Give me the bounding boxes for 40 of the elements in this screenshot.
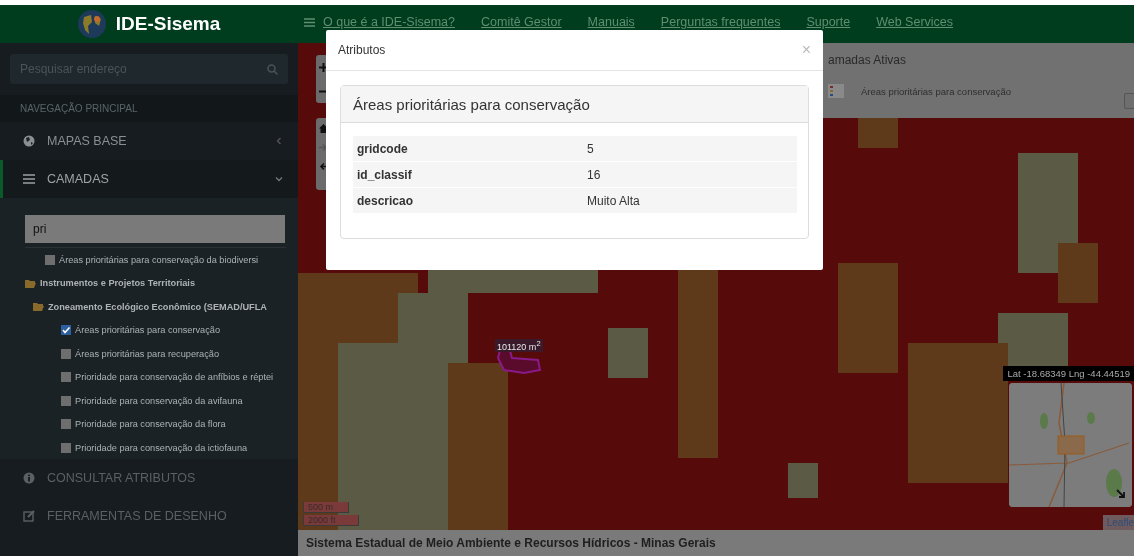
layer-item[interactable]: Áreas prioritárias para conservação (61, 318, 221, 342)
checkbox[interactable] (45, 254, 55, 265)
checkbox[interactable] (61, 348, 71, 359)
nav-link[interactable]: Suporte (806, 15, 851, 29)
nav-link[interactable]: Comitê Gestor (481, 15, 562, 29)
info-icon (23, 472, 35, 484)
nav-link[interactable]: O que é a IDE-Sisema? (323, 15, 455, 29)
chevron-icon (275, 175, 283, 183)
nav-link[interactable]: Perguntas frequentes (660, 15, 781, 29)
nav-link[interactable]: Manuais (587, 15, 635, 29)
app-title: IDE-Sisema (115, 13, 221, 35)
globe-logo-icon (77, 10, 106, 38)
section-title: NAVEGAÇÃO PRINCIPAL (20, 103, 138, 114)
layer-item[interactable]: Prioridade para conservação da avifauna (61, 389, 243, 413)
layer-item[interactable]: Áreas prioritárias para recuperação (61, 342, 219, 366)
menu-item[interactable]: MAPAS BASE (0, 122, 298, 160)
chevron-icon (275, 137, 283, 145)
nav-link[interactable]: Web Services (876, 15, 954, 29)
menu-item[interactable]: CONSULTAR ATRIBUTOS (0, 459, 298, 497)
folder-label[interactable]: Instrumentos e Projetos Territoriais (40, 278, 196, 289)
layer-item[interactable]: Prioridade para conservação da flora (61, 412, 226, 436)
checkbox[interactable] (61, 325, 71, 336)
folder-label[interactable]: Zoneamento Ecológico Econômico (SEMAD/UFLA (48, 301, 267, 312)
menu-item[interactable]: FERRAMENTAS DE DESENHO (0, 497, 298, 535)
search-icon[interactable] (267, 64, 278, 75)
footer-text: Sistema Estadual de Meio Ambiente e Recursos Hídricos - Minas Gerais (306, 536, 716, 550)
menu-icon[interactable] (304, 17, 315, 28)
checkbox[interactable] (61, 372, 71, 383)
globe-icon (23, 135, 35, 147)
checkbox[interactable] (61, 442, 71, 453)
edit-icon (23, 510, 35, 522)
layer-item[interactable]: Prioridade para conservação de anfíbios e réptei (61, 365, 274, 389)
checkbox[interactable] (61, 419, 71, 430)
folder-icon (33, 302, 44, 312)
filter-field[interactable]: pri (25, 215, 285, 243)
folder-icon (25, 278, 36, 288)
menu-icon (23, 173, 35, 185)
layer-item[interactable]: Prioridade para conservação da ictiofauna (61, 436, 248, 459)
layer-item[interactable]: Áreas prioritárias para conservação da biodiversi (45, 248, 259, 272)
checkbox[interactable] (61, 395, 71, 406)
